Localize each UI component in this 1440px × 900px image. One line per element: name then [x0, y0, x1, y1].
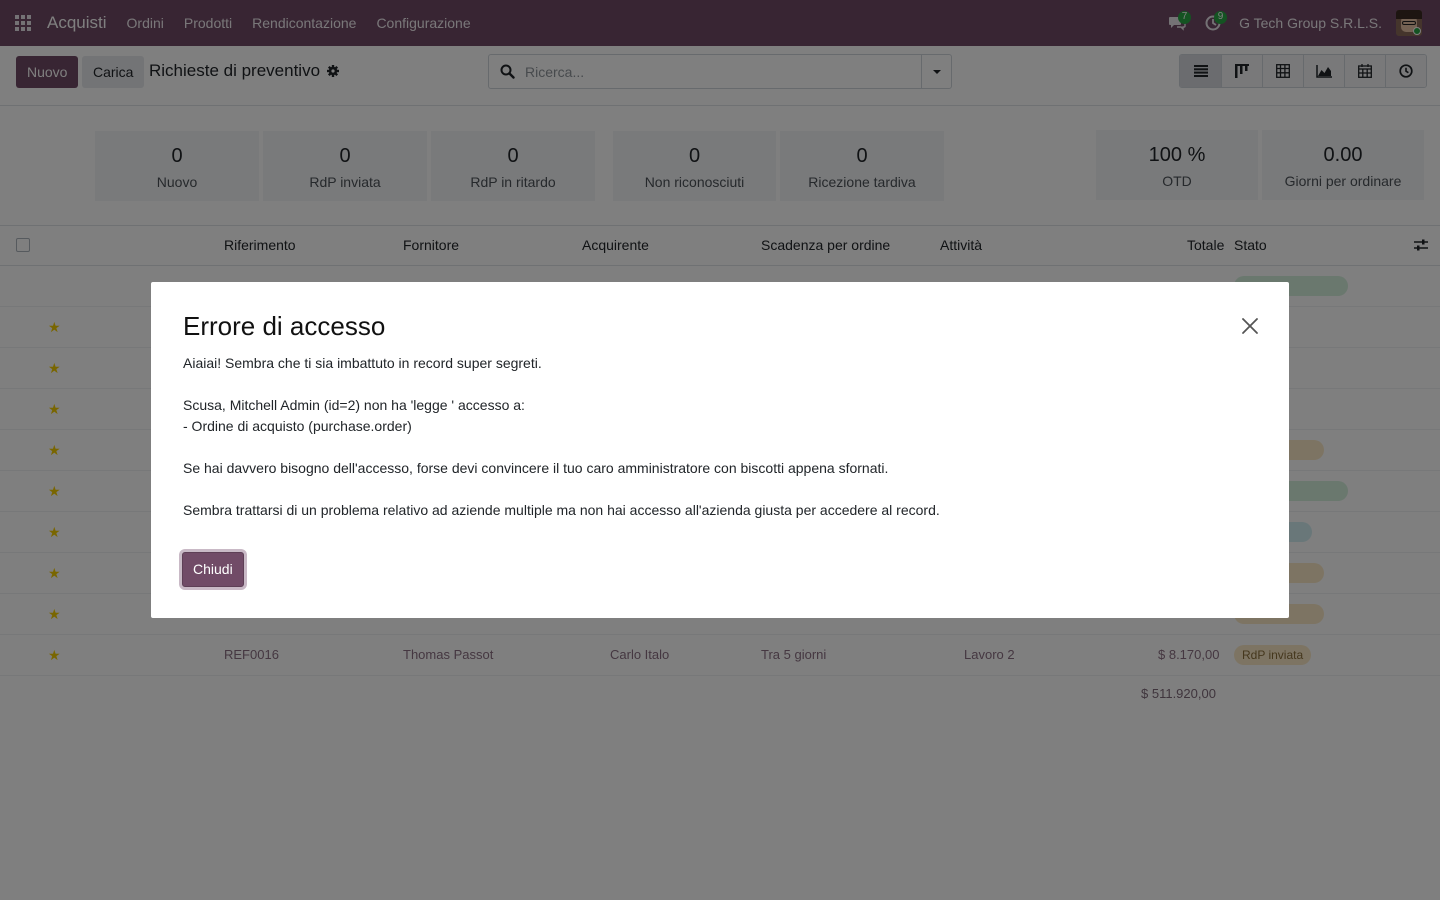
dialog-title: Errore di accesso [183, 311, 386, 341]
close-icon[interactable] [1240, 316, 1260, 336]
close-button[interactable]: Chiudi [182, 552, 244, 587]
access-error-dialog: Errore di accesso Aiaiai! Sembra che ti … [151, 282, 1289, 618]
dialog-message: Aiaiai! Sembra che ti sia imbattuto in r… [183, 355, 940, 518]
